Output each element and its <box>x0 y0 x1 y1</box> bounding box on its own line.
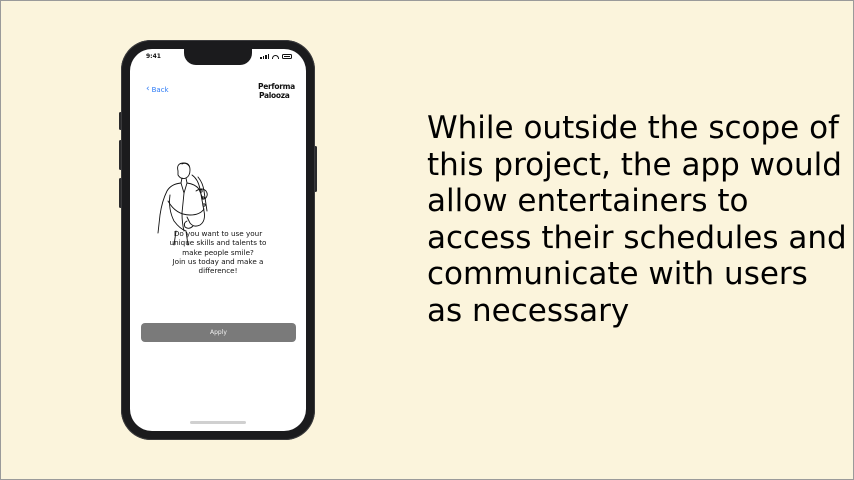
phone-mockup: 9:41 ‹ Back Performa Palooza Do you want… <box>121 40 315 440</box>
logo-line-2: Palooza <box>259 91 290 100</box>
apply-label: Apply <box>210 329 227 336</box>
back-button[interactable]: ‹ Back <box>146 85 169 94</box>
prompt-line: unique skills and talents to <box>169 238 267 248</box>
phone-notch <box>184 49 252 65</box>
signal-icon <box>260 54 269 59</box>
prompt-line: Do you want to use your <box>173 229 263 238</box>
apply-button[interactable]: Apply <box>141 323 296 342</box>
battery-icon <box>282 54 292 59</box>
home-indicator <box>190 421 246 424</box>
join-prompt-text: Do you want to use your unique skills an… <box>150 229 286 275</box>
app-logo: Performa Palooza <box>258 82 295 104</box>
prompt-line: difference! <box>198 266 238 276</box>
prompt-line: Join us today and make a <box>172 256 264 266</box>
status-time: 9:41 <box>146 53 161 60</box>
slide-caption: While outside the scope of this project,… <box>427 110 847 329</box>
logo-line-1: Performa <box>258 82 295 91</box>
status-icons <box>260 54 292 59</box>
phone-screen: 9:41 ‹ Back Performa Palooza Do you want… <box>130 49 306 431</box>
chevron-left-icon: ‹ <box>146 84 150 94</box>
prompt-line: make people smile? <box>182 247 254 257</box>
back-label: Back <box>151 85 169 94</box>
wifi-icon <box>272 54 279 59</box>
